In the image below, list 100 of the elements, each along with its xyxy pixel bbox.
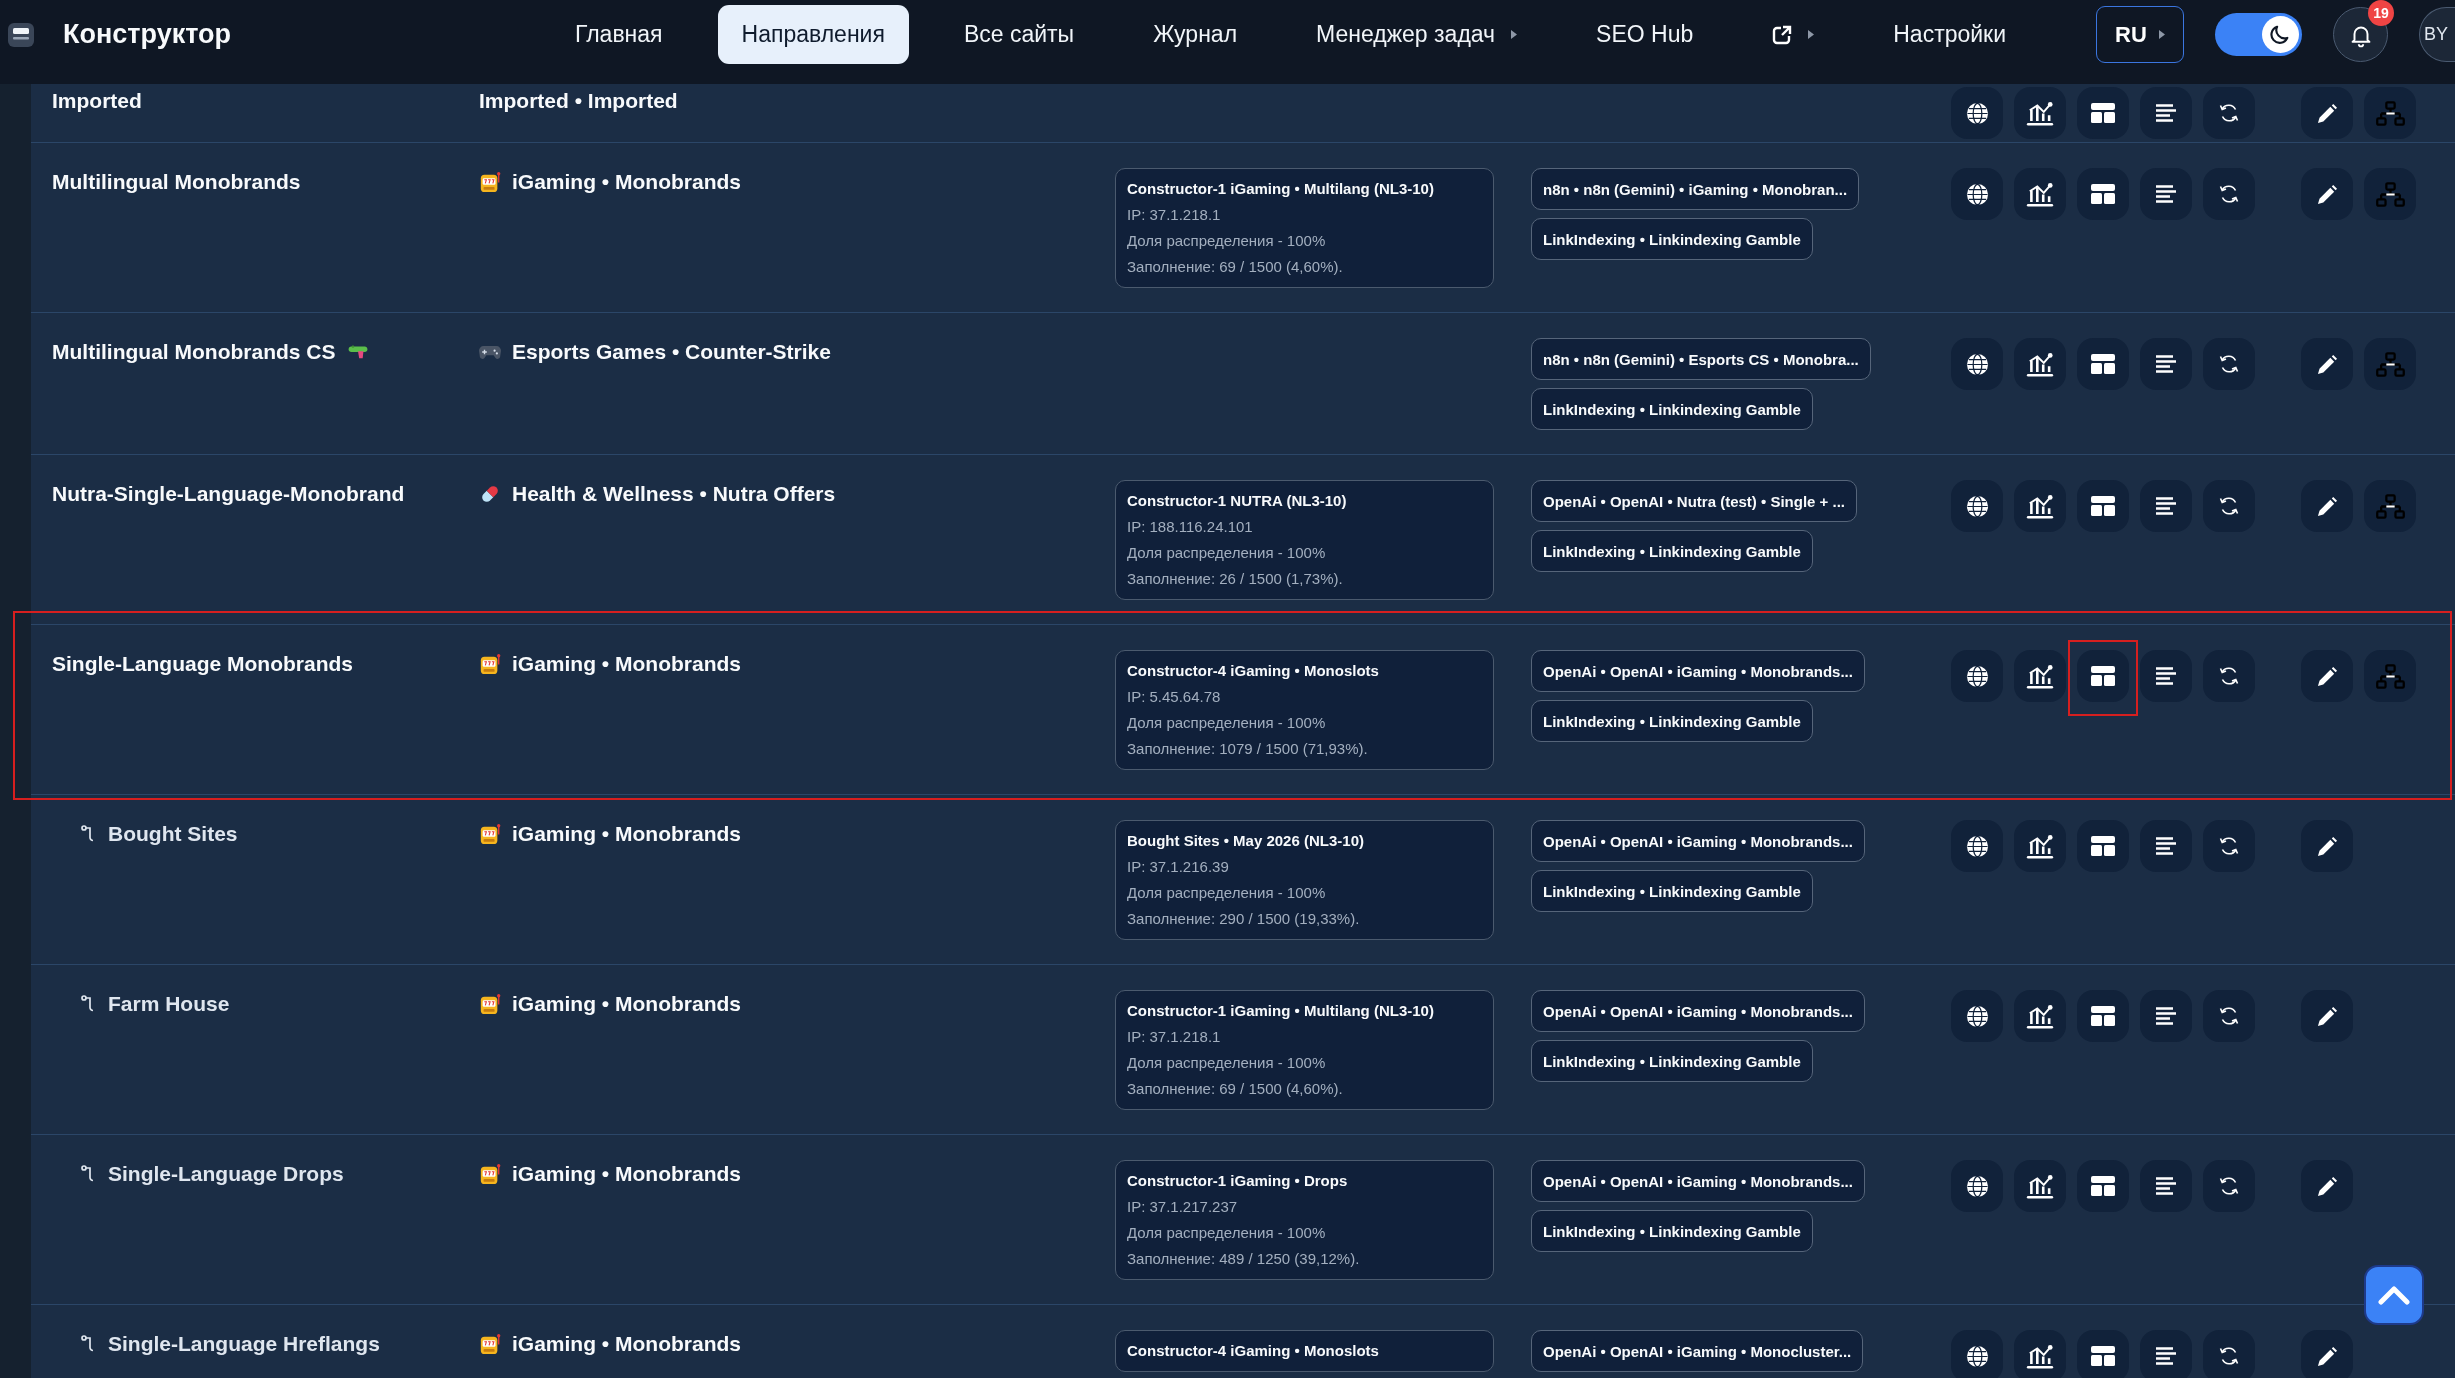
globe-button[interactable]	[1951, 168, 2003, 220]
layout-button[interactable]	[2077, 87, 2129, 139]
nav-tab[interactable]: Настройки	[1869, 5, 2031, 64]
layout-icon	[2091, 103, 2115, 123]
globe-button[interactable]	[1951, 1160, 2003, 1212]
slot-machine-icon	[479, 171, 501, 193]
nav-tab[interactable]: Менеджер задач	[1292, 5, 1542, 64]
gamepad-icon	[479, 344, 501, 360]
slot-machine-icon	[479, 993, 501, 1015]
globe-icon	[1965, 1174, 1989, 1198]
globe-button[interactable]	[1951, 1330, 2003, 1378]
layout-icon	[2091, 1346, 2115, 1366]
edit-button[interactable]	[2301, 87, 2353, 139]
layout-button[interactable]	[2077, 1160, 2129, 1212]
branch-icon	[81, 1165, 95, 1183]
refresh-button[interactable]	[2203, 480, 2255, 532]
globe-button[interactable]	[1951, 480, 2003, 532]
nav-tab[interactable]: Направления	[717, 5, 909, 64]
globe-button[interactable]	[1951, 338, 2003, 390]
edit-button[interactable]	[2301, 1160, 2353, 1212]
chart-button[interactable]	[2014, 1330, 2066, 1378]
layout-button[interactable]	[2077, 1330, 2129, 1378]
layout-icon	[2091, 184, 2115, 204]
nav-tab[interactable]: Все сайты	[939, 5, 1099, 64]
category-label: iGaming • Monobrands	[512, 1161, 742, 1187]
globe-icon	[1965, 1344, 1989, 1368]
chart-button[interactable]	[2014, 650, 2066, 702]
refresh-button[interactable]	[2203, 820, 2255, 872]
chart-icon	[2026, 351, 2054, 377]
list-button[interactable]	[2140, 338, 2192, 390]
list-button[interactable]	[2140, 990, 2192, 1042]
chart-icon	[2026, 833, 2054, 859]
list-icon	[2156, 1007, 2176, 1025]
edit-button[interactable]	[2301, 1330, 2353, 1378]
layout-button[interactable]	[2077, 820, 2129, 872]
user-avatar[interactable]: BY	[2419, 7, 2455, 62]
chart-button[interactable]	[2014, 820, 2066, 872]
chart-button[interactable]	[2014, 338, 2066, 390]
refresh-button[interactable]	[2203, 650, 2255, 702]
server-detail: Заполнение: 69 / 1500 (4,60%).	[1127, 1079, 1344, 1099]
chart-button[interactable]	[2014, 480, 2066, 532]
chart-button[interactable]	[2014, 1160, 2066, 1212]
edit-button[interactable]	[2301, 168, 2353, 220]
sitemap-icon	[2375, 181, 2405, 207]
list-button[interactable]	[2140, 1330, 2192, 1378]
globe-button[interactable]	[1951, 650, 2003, 702]
edit-button[interactable]	[2301, 650, 2353, 702]
external-link-icon	[1772, 24, 1793, 45]
list-button[interactable]	[2140, 480, 2192, 532]
layout-button[interactable]	[2077, 168, 2129, 220]
refresh-button[interactable]	[2203, 1160, 2255, 1212]
pencil-icon	[2316, 353, 2338, 375]
server-title: Bought Sites • May 2026 (NL3-10)	[1127, 831, 1365, 851]
theme-toggle[interactable]	[2215, 13, 2302, 56]
edit-button[interactable]	[2301, 990, 2353, 1042]
scroll-top-button[interactable]	[2364, 1265, 2424, 1325]
nav-tab[interactable]: Главная	[551, 5, 687, 64]
integration-tag: n8n • n8n (Gemini) • Esports CS • Monobra...	[1531, 338, 1871, 380]
list-icon	[2156, 837, 2176, 855]
sitemap-icon	[2375, 351, 2405, 377]
direction-name: Single-Language Monobrands	[52, 651, 353, 677]
list-button[interactable]	[2140, 87, 2192, 139]
list-button[interactable]	[2140, 650, 2192, 702]
nav-tab[interactable]: Журнал	[1129, 5, 1262, 64]
refresh-button[interactable]	[2203, 168, 2255, 220]
edit-button[interactable]	[2301, 480, 2353, 532]
list-button[interactable]	[2140, 820, 2192, 872]
app-logo-icon	[8, 22, 34, 47]
server-title: Constructor-1 iGaming • Multilang (NL3-10)	[1127, 1001, 1435, 1021]
refresh-icon	[2217, 834, 2241, 858]
globe-button[interactable]	[1951, 87, 2003, 139]
list-button[interactable]	[2140, 168, 2192, 220]
refresh-button[interactable]	[2203, 338, 2255, 390]
edit-button[interactable]	[2301, 338, 2353, 390]
chart-button[interactable]	[2014, 168, 2066, 220]
integration-tag: LinkIndexing • Linkindexing Gamble	[1531, 530, 1813, 572]
integration-tag: OpenAi • OpenAI • iGaming • Monobrands...	[1531, 650, 1865, 692]
language-button[interactable]: RU	[2096, 6, 2184, 63]
pencil-icon	[2316, 1175, 2338, 1197]
layout-button[interactable]	[2077, 650, 2129, 702]
layout-icon	[2091, 836, 2115, 856]
layout-button[interactable]	[2077, 338, 2129, 390]
refresh-button[interactable]	[2203, 990, 2255, 1042]
direction-name: Multilingual Monobrands	[52, 169, 301, 195]
refresh-button[interactable]	[2203, 1330, 2255, 1378]
chart-icon	[2026, 1173, 2054, 1199]
refresh-button[interactable]	[2203, 87, 2255, 139]
slot-machine-icon	[479, 1163, 501, 1185]
globe-button[interactable]	[1951, 820, 2003, 872]
layout-button[interactable]	[2077, 480, 2129, 532]
chart-button[interactable]	[2014, 87, 2066, 139]
globe-button[interactable]	[1951, 990, 2003, 1042]
integration-tag: LinkIndexing • Linkindexing Gamble	[1531, 1210, 1813, 1252]
edit-button[interactable]	[2301, 820, 2353, 872]
refresh-icon	[2217, 664, 2241, 688]
chart-button[interactable]	[2014, 990, 2066, 1042]
nav-tab[interactable]: SEO Hub	[1572, 5, 1718, 64]
chevron-up-icon	[2378, 1285, 2410, 1305]
layout-button[interactable]	[2077, 990, 2129, 1042]
list-button[interactable]	[2140, 1160, 2192, 1212]
